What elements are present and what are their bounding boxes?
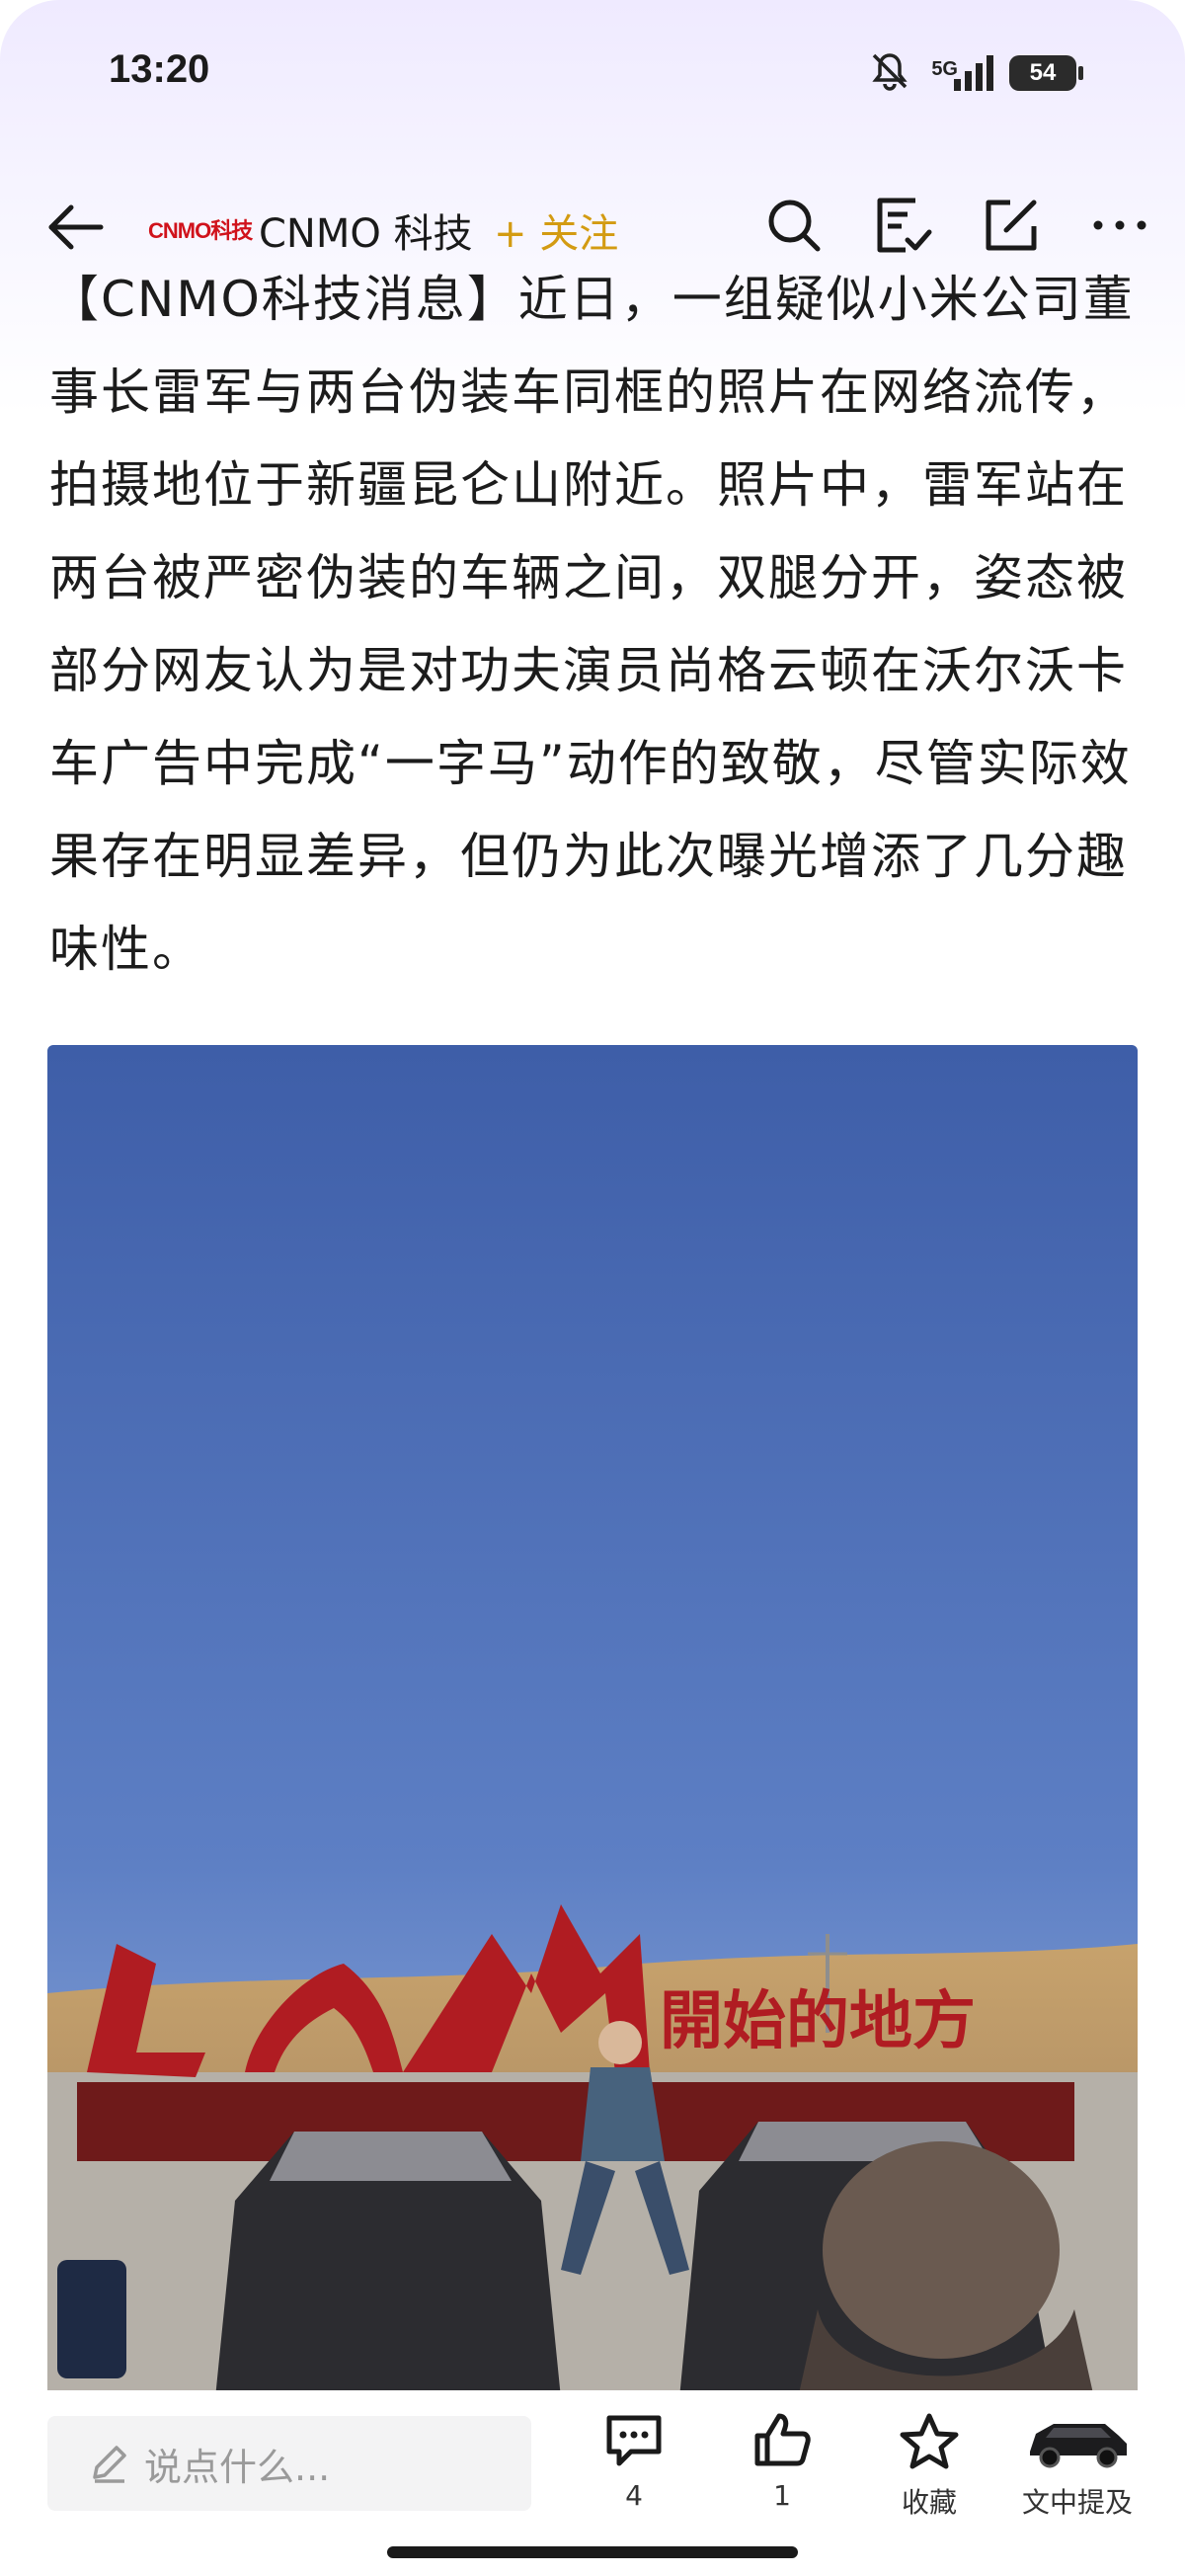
- follow-button[interactable]: + 关注: [494, 201, 618, 259]
- more-icon: [1093, 220, 1146, 230]
- status-time: 13:20: [109, 47, 210, 91]
- comment-count: 4: [625, 2479, 643, 2512]
- pencil-icon: [93, 2446, 126, 2483]
- article-photo[interactable]: 開始的地方: [47, 1045, 1138, 2398]
- edit-icon: [986, 200, 1037, 251]
- photo-illustration: 開始的地方: [47, 1045, 1138, 2398]
- battery-icon: 54: [1009, 55, 1083, 91]
- comment-icon: [606, 2415, 662, 2466]
- thumbs-up-icon: [754, 2413, 811, 2466]
- source-name[interactable]: CNMO 科技: [259, 201, 473, 259]
- collect-button[interactable]: 收藏: [865, 2412, 993, 2521]
- search-icon: [768, 200, 821, 252]
- home-indicator[interactable]: [387, 2546, 798, 2558]
- more-button[interactable]: [1084, 190, 1155, 261]
- bell-muted-icon: [868, 49, 911, 97]
- edit-button[interactable]: [976, 190, 1047, 261]
- status-bar: 13:20 5G 54: [0, 0, 1185, 148]
- source-logo[interactable]: CNMO科技: [148, 211, 253, 247]
- mentioned-product-button[interactable]: 文中提及: [1013, 2412, 1142, 2521]
- network-label: 5G: [931, 58, 958, 80]
- search-button[interactable]: [758, 190, 830, 261]
- notes-button[interactable]: [867, 190, 938, 261]
- like-button[interactable]: 1: [718, 2412, 846, 2512]
- comment-placeholder: 说点什么...: [144, 2445, 331, 2489]
- arrow-left-icon: [48, 204, 104, 250]
- signal-icon: 5G: [925, 55, 995, 91]
- article-body: 【CNMO科技消息】近日，一组疑似小米公司董事长雷军与两台伪装车同框的照片在网络…: [49, 271, 1135, 978]
- notes-icon: [877, 198, 932, 253]
- like-count: 1: [773, 2479, 791, 2512]
- comment-button[interactable]: 4: [570, 2412, 698, 2512]
- header-actions: [758, 190, 1155, 261]
- mention-label: 文中提及: [1021, 2486, 1133, 2519]
- collect-label: 收藏: [901, 2486, 957, 2519]
- comment-input[interactable]: 说点什么...: [47, 2416, 531, 2511]
- status-icons: 5G 54: [868, 49, 1083, 97]
- car-thumbnail-icon: [1030, 2424, 1127, 2468]
- sign-text: 開始的地方: [660, 1985, 976, 2058]
- star-icon: [900, 2413, 959, 2469]
